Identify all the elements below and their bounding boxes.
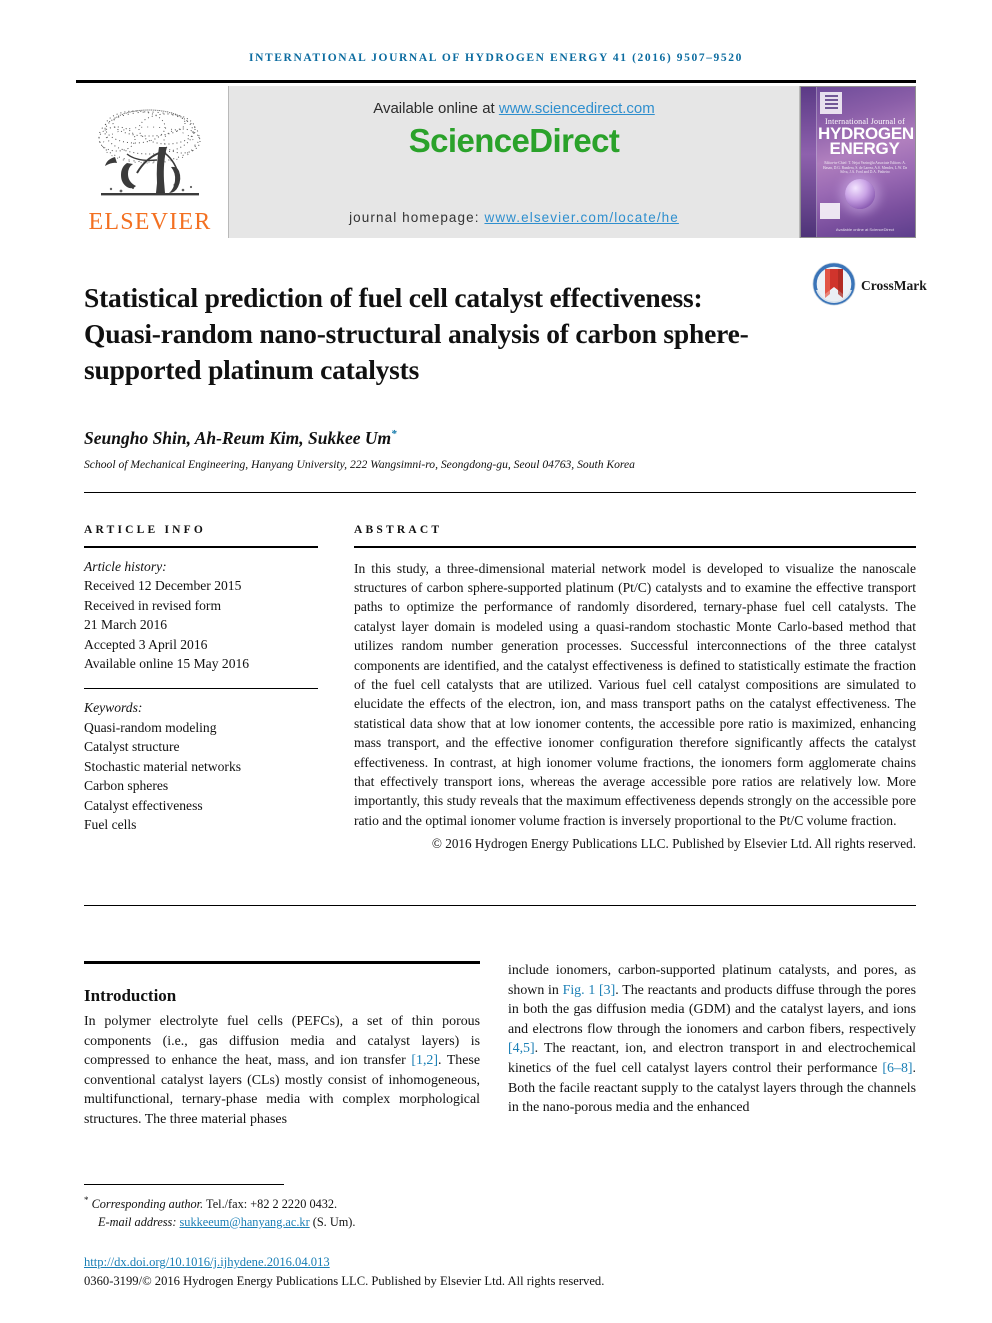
cover-spine: [801, 87, 817, 237]
email-note: E-mail address: sukkeeum@hanyang.ac.kr (…: [84, 1214, 784, 1232]
cover-title-big: HYDROGEN ENERGY: [818, 125, 914, 158]
article-history: Article history: Received 12 December 20…: [84, 557, 318, 674]
citation-ref[interactable]: [1,2]: [411, 1053, 438, 1068]
issn-copyright-line: 0360-3199/© 2016 Hydrogen Energy Publica…: [84, 1274, 605, 1288]
footnote-block: * Corresponding author. Tel./fax: +82 2 …: [84, 1192, 784, 1231]
email-link[interactable]: sukkeeum@hanyang.ac.kr: [180, 1215, 310, 1229]
figure-ref[interactable]: Fig. 1 [3]: [563, 983, 616, 998]
doi-link[interactable]: http://dx.doi.org/10.1016/j.ijhydene.201…: [84, 1255, 330, 1270]
sciencedirect-link[interactable]: www.sciencedirect.com: [499, 100, 655, 117]
keyword-item: Catalyst structure: [84, 739, 180, 755]
footnote-star: *: [84, 1195, 89, 1205]
crossmark-icon: [812, 262, 856, 311]
keywords-label: Keywords:: [84, 700, 143, 716]
keyword-item: Quasi-random modeling: [84, 719, 217, 735]
introduction-right-column: include ionomers, carbon-supported plati…: [508, 961, 916, 1118]
available-online-prefix: Available online at: [373, 100, 499, 117]
cover-sciencedirect-mark: Available online at ScienceDirect: [820, 227, 910, 232]
email-label: E-mail address:: [98, 1214, 180, 1229]
elsevier-logo: ELSEVIER: [76, 86, 224, 238]
masthead-top-rule: [76, 80, 916, 83]
cover-sd-text: Available online at ScienceDirect: [835, 227, 895, 232]
citation-ref[interactable]: [6–8]: [882, 1061, 912, 1076]
email-suffix: (S. Um).: [309, 1214, 356, 1229]
cover-title-line2: ENERGY: [829, 139, 900, 158]
article-info-rule: [84, 546, 318, 548]
divider-below-abstract: [84, 905, 916, 906]
journal-homepage-line: journal homepage: www.elsevier.com/locat…: [229, 210, 799, 225]
keyword-item: Stochastic material networks: [84, 758, 242, 774]
affiliation: School of Mechanical Engineering, Hanyan…: [84, 458, 635, 471]
author-list: Seungho Shin, Ah-Reum Kim, Sukkee Um*: [84, 428, 397, 449]
article-info-column: Article info Article history: Received 1…: [84, 524, 318, 835]
footnote-rule: [84, 1184, 284, 1185]
introduction-rule: [84, 961, 480, 964]
abstract-rule: [354, 546, 916, 548]
crossmark-label: CrossMark: [861, 278, 927, 293]
author-names: Seungho Shin, Ah-Reum Kim, Sukkee Um: [84, 428, 392, 448]
abstract-copyright: © 2016 Hydrogen Energy Publications LLC.…: [431, 836, 916, 852]
cover-editors: Editor-in-Chief: T. Nejat Veziroğlu Asso…: [822, 161, 908, 175]
journal-homepage-prefix: journal homepage:: [349, 210, 485, 225]
crossmark-badge[interactable]: CrossMark: [812, 262, 927, 311]
abstract-heading: Abstract: [354, 524, 443, 536]
introduction-left-column: In polymer electrolyte fuel cells (PEFCs…: [84, 1012, 480, 1130]
keywords-block: Keywords: Quasi-random modeling Catalyst…: [84, 698, 318, 835]
abstract-text: In this study, a three-dimensional mater…: [354, 560, 916, 828]
journal-homepage-link[interactable]: www.elsevier.com/locate/he: [484, 210, 678, 225]
history-item: 21 March 2016: [84, 617, 168, 633]
elsevier-tree-icon: [87, 105, 213, 209]
page-title: Statistical prediction of fuel cell cata…: [84, 282, 749, 386]
elsevier-wordmark: ELSEVIER: [88, 209, 212, 235]
intro-text-5: . The reactant, ion, and electron transp…: [508, 1041, 916, 1076]
corresponding-author-tel: Tel./fax: +82 2 2220 0432.: [203, 1197, 338, 1212]
introduction-heading: Introduction: [84, 986, 177, 1006]
sciencedirect-banner: Available online at www.sciencedirect.co…: [228, 86, 800, 238]
corresponding-author-marker[interactable]: *: [391, 428, 397, 440]
history-item: Received in revised form: [84, 597, 222, 613]
cover-sphere-graphic: [845, 179, 875, 209]
history-item: Accepted 3 April 2016: [84, 636, 208, 652]
keyword-item: Catalyst effectiveness: [84, 797, 203, 813]
cover-elsevier-mark: [820, 92, 842, 114]
history-item: Available online 15 May 2016: [84, 656, 250, 672]
keywords-rule: [84, 687, 318, 690]
article-history-label: Article history:: [84, 558, 167, 574]
history-item: Received 12 December 2015: [84, 578, 242, 594]
cover-imprint-mark: [820, 203, 840, 219]
sciencedirect-wordmark: ScienceDirect: [408, 122, 620, 159]
citation-ref[interactable]: [4,5]: [508, 1041, 535, 1056]
abstract-column: Abstract In this study, a three-dimensio…: [354, 524, 916, 852]
keyword-item: Fuel cells: [84, 817, 137, 833]
keyword-item: Carbon spheres: [84, 778, 169, 794]
available-online-line: Available online at www.sciencedirect.co…: [229, 100, 799, 117]
journal-cover-thumbnail: International Journal of HYDROGEN ENERGY…: [800, 86, 916, 238]
corresponding-author-label: Corresponding author.: [91, 1197, 204, 1212]
running-head: International Journal of Hydrogen Energy…: [249, 52, 743, 64]
article-info-heading: Article info: [84, 524, 207, 536]
corresponding-author-note: * Corresponding author. Tel./fax: +82 2 …: [84, 1192, 784, 1214]
masthead: ELSEVIER Available online at www.science…: [76, 80, 916, 240]
article-page: International Journal of Hydrogen Energy…: [0, 0, 992, 1323]
divider-above-abstract: [84, 492, 916, 493]
